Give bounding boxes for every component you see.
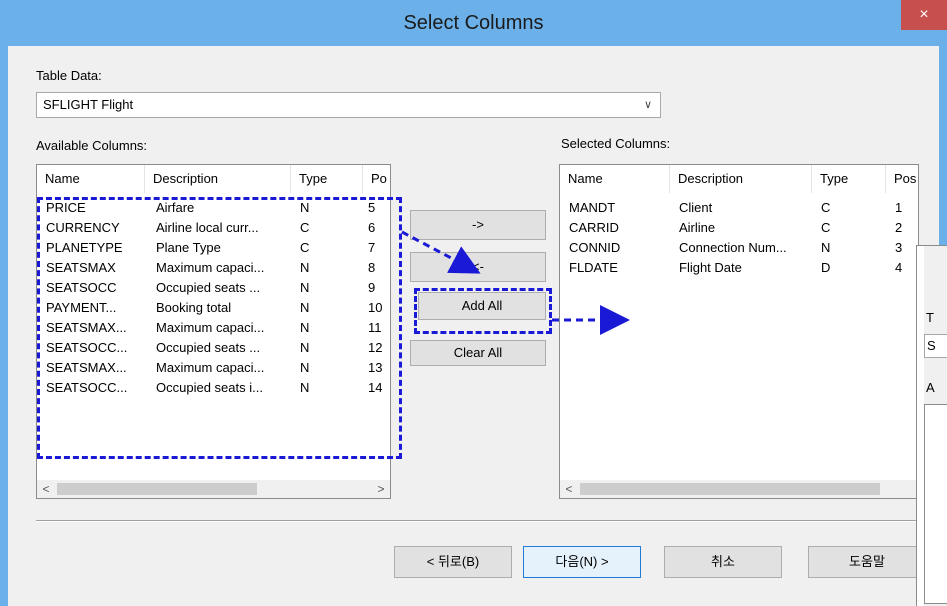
table-data-label: Table Data: xyxy=(36,68,102,83)
scroll-thumb[interactable] xyxy=(57,483,257,495)
scroll-right-icon[interactable]: > xyxy=(372,480,390,498)
overlay-label-a: A xyxy=(926,380,935,395)
cell-description: Airline xyxy=(679,220,716,235)
overlapping-dialog-body: T S A xyxy=(924,246,947,606)
close-icon: × xyxy=(919,6,929,23)
overlay-combo[interactable]: S xyxy=(924,334,947,358)
chevron-down-icon[interactable]: ∨ xyxy=(644,93,652,117)
overlay-label-s: S xyxy=(927,338,936,353)
cell-pos: 2 xyxy=(895,220,903,235)
help-button[interactable]: 도움말 xyxy=(808,546,926,578)
annotation-available-rows-box xyxy=(37,197,402,459)
overlapping-dialog: T S A xyxy=(916,245,947,606)
table-data-select[interactable]: SFLIGHT Flight ∨ xyxy=(36,92,661,118)
column-header-description[interactable]: Description xyxy=(670,165,812,193)
dialog-title: Select Columns xyxy=(403,12,544,34)
overlay-label-t: T xyxy=(926,310,934,325)
available-columns-label: Available Columns: xyxy=(36,138,148,153)
cell-name: CARRID xyxy=(569,220,619,235)
list-item[interactable]: FLDATE Flight Date D 4 xyxy=(560,258,918,278)
title-bar[interactable]: Select Columns × xyxy=(0,0,947,46)
cell-description: Connection Num... xyxy=(679,240,787,255)
scroll-left-icon[interactable]: < xyxy=(560,480,578,498)
scroll-thumb[interactable] xyxy=(580,483,880,495)
selected-horizontal-scrollbar[interactable]: < xyxy=(560,480,918,498)
cell-name: FLDATE xyxy=(569,260,618,275)
list-item[interactable]: CARRID Airline C 2 xyxy=(560,218,918,238)
cell-type: C xyxy=(821,200,831,215)
cell-pos: 1 xyxy=(895,200,903,215)
close-button[interactable]: × xyxy=(901,0,947,30)
table-data-value: SFLIGHT Flight xyxy=(43,97,134,112)
remove-button[interactable]: <- xyxy=(410,252,546,282)
column-header-pos[interactable]: Po xyxy=(363,165,390,193)
column-header-name[interactable]: Name xyxy=(37,165,145,193)
cell-name: CONNID xyxy=(569,240,621,255)
cell-type: N xyxy=(821,240,831,255)
available-list-header: Name Description Type Po xyxy=(37,165,390,193)
selected-list-header: Name Description Type Pos xyxy=(560,165,918,193)
selected-columns-list[interactable]: Name Description Type Pos MANDT Client C 1 C… xyxy=(559,164,919,499)
cancel-button[interactable]: 취소 xyxy=(664,546,782,578)
column-header-name[interactable]: Name xyxy=(560,165,670,193)
cell-name: MANDT xyxy=(569,200,616,215)
overlay-list[interactable] xyxy=(924,404,947,604)
scroll-left-icon[interactable]: < xyxy=(37,480,55,498)
annotation-add-all-box xyxy=(414,288,552,334)
list-item[interactable]: CONNID Connection Num... N 3 xyxy=(560,238,918,258)
cell-type: D xyxy=(821,260,831,275)
cell-description: Flight Date xyxy=(679,260,742,275)
clear-all-button[interactable]: Clear All xyxy=(410,340,546,366)
back-button[interactable]: < 뒤로(B) xyxy=(394,546,512,578)
footer-separator-highlight xyxy=(36,521,936,522)
cell-pos: 3 xyxy=(895,240,903,255)
cell-description: Client xyxy=(679,200,713,215)
selected-columns-label: Selected Columns: xyxy=(561,136,671,151)
next-button[interactable]: 다음(N) > xyxy=(523,546,641,578)
list-item[interactable]: MANDT Client C 1 xyxy=(560,198,918,218)
column-header-type[interactable]: Type xyxy=(291,165,363,193)
available-horizontal-scrollbar[interactable]: < > xyxy=(37,480,390,498)
column-header-description[interactable]: Description xyxy=(145,165,291,193)
column-header-pos[interactable]: Pos xyxy=(886,165,918,193)
cell-type: C xyxy=(821,220,831,235)
cell-pos: 4 xyxy=(895,260,903,275)
column-header-type[interactable]: Type xyxy=(812,165,886,193)
add-button[interactable]: -> xyxy=(410,210,546,240)
